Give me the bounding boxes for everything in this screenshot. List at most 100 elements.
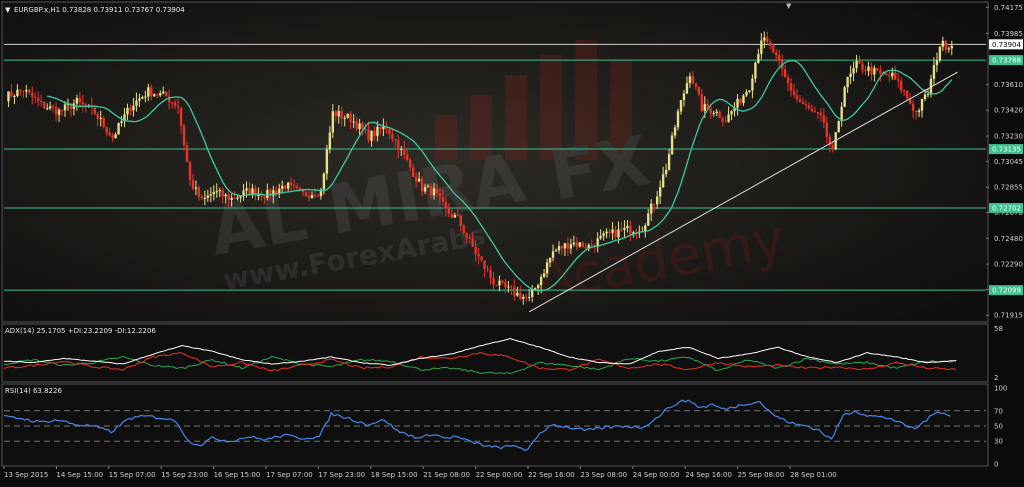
candle-body xyxy=(108,132,111,136)
candle-body xyxy=(792,90,796,96)
candle-body xyxy=(935,60,939,66)
rsi-tick-label: 0 xyxy=(994,461,998,469)
candle-body xyxy=(617,229,620,238)
candle-body xyxy=(57,109,61,115)
candle-body xyxy=(739,98,742,104)
candle-body xyxy=(902,90,906,92)
candle-body xyxy=(444,201,448,209)
candle-body xyxy=(501,280,504,283)
candle-body xyxy=(888,75,891,77)
candle-body xyxy=(653,203,656,205)
candle-body xyxy=(153,94,156,97)
candle-body xyxy=(28,89,31,93)
candle-body xyxy=(667,154,671,170)
candle-body xyxy=(426,186,430,188)
candle-body xyxy=(438,193,442,197)
candle-body xyxy=(417,178,421,182)
candle-body xyxy=(867,66,870,71)
price-tag-label: 0.73135 xyxy=(992,146,1021,154)
candle-body xyxy=(650,203,653,214)
candle-body xyxy=(950,45,953,49)
candle-body xyxy=(96,114,99,119)
candle-body xyxy=(328,132,332,150)
time-tick-label: 15 Sep 23:00 xyxy=(161,471,208,479)
candle-body xyxy=(932,65,936,79)
candle-body xyxy=(864,70,867,72)
candle-body xyxy=(236,197,239,199)
candle-body xyxy=(403,148,406,155)
adx-tick-bottom: 2 xyxy=(994,374,998,382)
candle-body xyxy=(435,188,439,194)
candle-body xyxy=(712,113,715,115)
candle-body xyxy=(352,121,355,123)
candle-body xyxy=(162,91,165,94)
candle-body xyxy=(298,187,302,190)
rsi-tick-label: 100 xyxy=(994,385,1007,393)
time-tick-label: 21 Sep 08:00 xyxy=(423,471,470,479)
candle-body xyxy=(206,195,210,198)
candle-body xyxy=(751,78,754,91)
candle-body xyxy=(786,77,790,84)
candle-body xyxy=(563,243,567,249)
chevron-down-icon[interactable]: ▼ xyxy=(5,6,11,14)
candle-body xyxy=(141,96,144,99)
candle-body xyxy=(486,269,489,271)
rsi-header: RSI(14) 63.8226 xyxy=(5,387,62,395)
candle-body xyxy=(370,130,373,141)
candle-body xyxy=(807,105,811,109)
candle-body xyxy=(295,186,299,188)
time-tick-label: 16 Sep 15:00 xyxy=(214,471,261,479)
candle-body xyxy=(233,197,236,199)
candle-body xyxy=(727,114,730,122)
candle-body xyxy=(920,98,924,111)
candle-body xyxy=(810,108,814,112)
candle-body xyxy=(763,37,766,41)
candle-body xyxy=(911,103,915,111)
candle-body xyxy=(19,89,22,91)
candle-body xyxy=(504,282,507,288)
candle-body xyxy=(614,229,617,238)
candle-body xyxy=(117,122,120,135)
candle-body xyxy=(885,73,888,76)
candle-body xyxy=(789,83,793,91)
candle-body xyxy=(114,134,117,139)
candle-body xyxy=(373,130,376,136)
candle-body xyxy=(185,145,189,163)
candle-body xyxy=(897,79,900,81)
candle-body xyxy=(331,111,335,133)
candle-body xyxy=(492,277,495,285)
candle-body xyxy=(462,225,465,234)
candle-body xyxy=(48,106,52,109)
scroll-marker-icon[interactable]: ▼ xyxy=(786,2,792,10)
candle-body xyxy=(798,99,802,103)
candle-body xyxy=(923,94,927,99)
symbol-header: EURGBP.x,H1 0.73828 0.73911 0.73767 0.73… xyxy=(14,6,185,14)
candle-body xyxy=(691,76,695,84)
candle-body xyxy=(230,197,233,201)
candle-body xyxy=(197,187,201,197)
candle-body xyxy=(655,196,659,205)
candle-body xyxy=(313,195,317,197)
candle-body xyxy=(673,127,677,136)
candle-body xyxy=(266,189,269,199)
candle-body xyxy=(450,213,454,218)
rsi-tick-label: 50 xyxy=(994,423,1003,431)
candle-body xyxy=(22,90,25,92)
time-tick-label: 17 Sep 23:00 xyxy=(318,471,365,479)
candle-body xyxy=(772,45,775,53)
candle-body xyxy=(742,95,745,104)
candle-body xyxy=(54,107,58,115)
candle-body xyxy=(575,242,579,247)
candle-body xyxy=(337,111,340,117)
candle-body xyxy=(406,154,409,160)
candle-body xyxy=(441,196,445,202)
candle-body xyxy=(507,286,510,288)
time-tick-label: 15 Sep 07:00 xyxy=(109,471,156,479)
candle-body xyxy=(709,108,712,114)
candle-body xyxy=(813,111,817,113)
candle-body xyxy=(852,68,855,74)
candle-body xyxy=(498,280,501,286)
watermark-text-2: FX xyxy=(544,122,655,217)
candle-body xyxy=(42,101,46,109)
candle-body xyxy=(822,115,826,123)
